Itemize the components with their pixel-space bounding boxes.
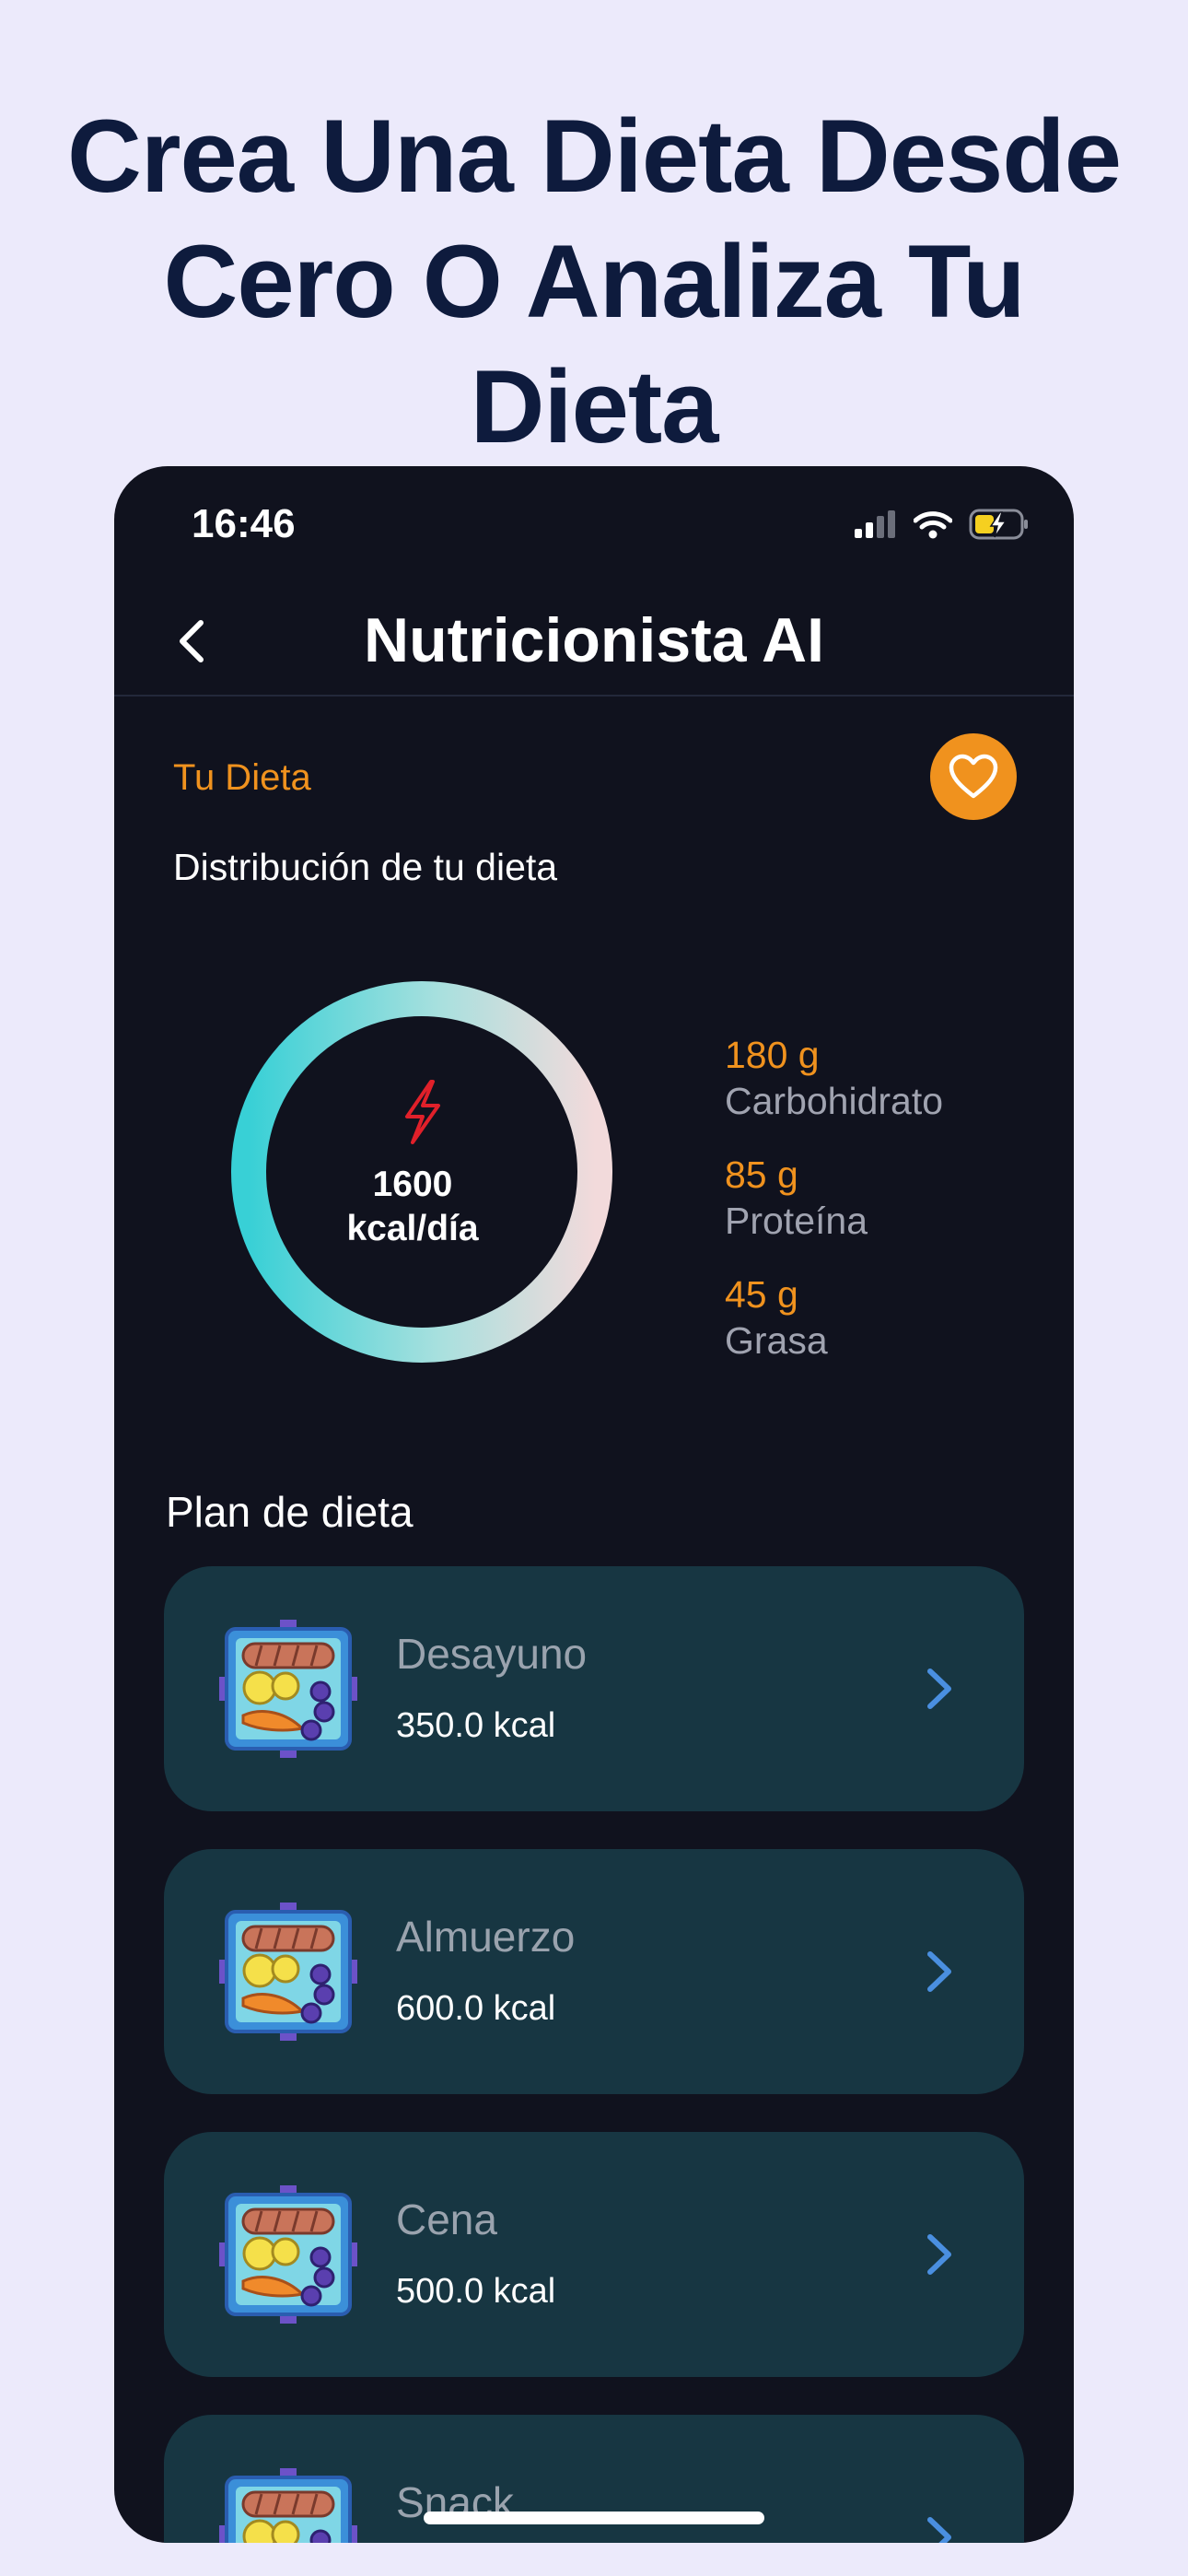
macro-name: Carbohidrato bbox=[725, 1080, 944, 1122]
macro-value: 85 g bbox=[725, 1153, 798, 1196]
calorie-unit: kcal/día bbox=[346, 1209, 479, 1248]
meal-kcal: 350.0 kcal bbox=[396, 1706, 556, 1745]
macro-name: Grasa bbox=[725, 1319, 828, 1362]
chevron-right-icon bbox=[927, 2234, 951, 2275]
signal-icon bbox=[855, 510, 895, 538]
meal-kcal: 600.0 kcal bbox=[396, 1989, 556, 2028]
meal-card-desayuno[interactable]: Desayuno 350.0 kcal bbox=[164, 1566, 1024, 1811]
wifi-icon bbox=[914, 511, 952, 539]
meal-name: Almuerzo bbox=[396, 1913, 576, 1961]
macro-item-protein: 85 g Proteína bbox=[725, 1152, 943, 1271]
meal-name: Cena bbox=[396, 2195, 497, 2243]
macro-value: 45 g bbox=[725, 1273, 798, 1316]
macro-list: 180 g Carbohidrato 85 g Proteína 45 g Gr… bbox=[725, 1032, 943, 1391]
status-icons bbox=[855, 509, 1030, 540]
calorie-value: 1600 bbox=[372, 1165, 453, 1204]
heart-icon bbox=[949, 754, 998, 799]
page-headline: Crea Una Dieta Desde Cero O Analiza Tu D… bbox=[66, 99, 1122, 464]
home-indicator[interactable] bbox=[424, 2512, 764, 2524]
meal-kcal: 500.0 kcal bbox=[396, 2272, 556, 2311]
macro-value: 180 g bbox=[725, 1034, 820, 1076]
plan-label: Plan de dieta bbox=[166, 1488, 413, 1536]
page-title: Nutricionista AI bbox=[364, 605, 824, 675]
phone-screen: 16:46 Nutricionista AI Tu Dieta Distribu… bbox=[114, 466, 1074, 2543]
nav-bar: Nutricionista AI bbox=[114, 586, 1074, 697]
macro-item-carbs: 180 g Carbohidrato bbox=[725, 1032, 943, 1152]
battery-charging-icon bbox=[969, 509, 1028, 540]
status-time: 16:46 bbox=[192, 501, 296, 546]
macro-item-fat: 45 g Grasa bbox=[725, 1271, 943, 1391]
lightning-icon bbox=[405, 1080, 440, 1144]
macro-name: Proteína bbox=[725, 1200, 868, 1242]
distribution-label: Distribución de tu dieta bbox=[173, 846, 558, 888]
meal-name: Desayuno bbox=[396, 1630, 588, 1678]
meal-tray-icon bbox=[219, 2468, 357, 2543]
chevron-right-icon bbox=[927, 1951, 951, 1992]
meal-card-almuerzo[interactable]: Almuerzo 600.0 kcal bbox=[164, 1849, 1024, 2094]
meal-card-cena[interactable]: Cena 500.0 kcal bbox=[164, 2132, 1024, 2377]
favorite-button[interactable] bbox=[930, 733, 1017, 820]
meal-tray-icon bbox=[219, 1620, 357, 1758]
chevron-right-icon bbox=[927, 1669, 951, 1709]
calorie-total: 1600 kcal/día bbox=[228, 1163, 597, 1251]
meal-tray-icon bbox=[219, 2185, 357, 2324]
meal-tray-icon bbox=[219, 1903, 357, 2041]
section-label-tu-dieta: Tu Dieta bbox=[173, 757, 311, 798]
chevron-right-icon bbox=[927, 2517, 951, 2543]
